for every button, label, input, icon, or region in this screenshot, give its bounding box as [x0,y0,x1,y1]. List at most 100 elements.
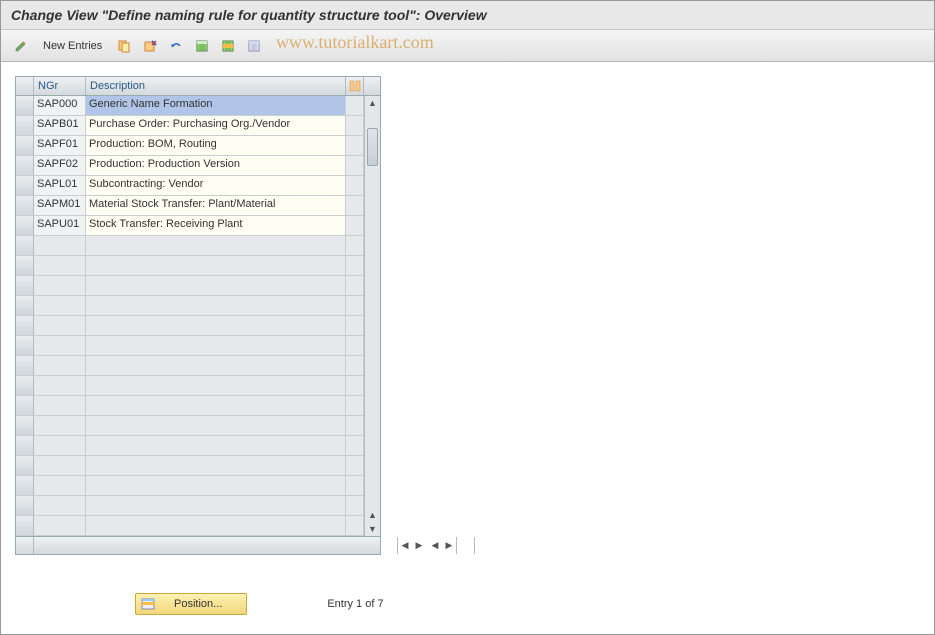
table-row[interactable]: SAPB01Purchase Order: Purchasing Org./Ve… [16,116,364,136]
table-row-empty[interactable] [16,456,364,476]
table-configure-icon[interactable] [346,77,364,95]
table-row-empty[interactable] [16,276,364,296]
row-selector[interactable] [16,416,34,436]
cell-spacer [346,156,364,176]
cell-description[interactable]: Stock Transfer: Receiving Plant [86,216,346,236]
table-row[interactable]: SAPL01Subcontracting: Vendor [16,176,364,196]
cell-spacer [346,96,364,116]
table-row-empty[interactable] [16,256,364,276]
cell-spacer [346,216,364,236]
table-row[interactable]: SAP000Generic Name Formation [16,96,364,116]
column-header-description[interactable]: Description [86,77,346,95]
cell-description[interactable]: Production: Production Version [86,156,346,176]
cell-ngr [34,496,86,516]
cell-description[interactable] [86,276,346,296]
cell-spacer [346,516,364,536]
row-selector[interactable] [16,276,34,296]
row-selector[interactable] [16,196,34,216]
delete-icon[interactable] [140,36,160,56]
row-selector-header[interactable] [16,77,34,95]
select-all-icon[interactable] [192,36,212,56]
scroll-right-step-icon[interactable]: ▶ [412,539,426,553]
vertical-scrollbar[interactable]: ▲ ▲ ▼ [364,96,380,536]
row-selector[interactable] [16,396,34,416]
cell-description[interactable] [86,476,346,496]
cell-spacer [346,396,364,416]
row-selector[interactable] [16,216,34,236]
table-row-empty[interactable] [16,416,364,436]
row-selector[interactable] [16,96,34,116]
cell-description[interactable] [86,316,346,336]
cell-description[interactable] [86,496,346,516]
cell-description[interactable] [86,516,346,536]
row-selector[interactable] [16,316,34,336]
cell-ngr: SAP000 [34,96,86,116]
table-row[interactable]: SAPU01Stock Transfer: Receiving Plant [16,216,364,236]
row-selector[interactable] [16,496,34,516]
copy-as-icon[interactable] [114,36,134,56]
table-row-empty[interactable] [16,396,364,416]
table-row-empty[interactable] [16,296,364,316]
table-row-empty[interactable] [16,516,364,536]
horizontal-scrollbar[interactable]: ◀ ▶ ◀ ▶ [398,537,457,554]
row-selector[interactable] [16,256,34,276]
application-toolbar: New Entries www.tutorialkart.com [1,30,934,62]
undo-change-icon[interactable] [166,36,186,56]
table-row-empty[interactable] [16,496,364,516]
cell-description[interactable] [86,456,346,476]
row-selector[interactable] [16,516,34,536]
cell-ngr: SAPB01 [34,116,86,136]
column-header-ngr[interactable]: NGr [34,77,86,95]
table-row-empty[interactable] [16,336,364,356]
row-selector[interactable] [16,456,34,476]
table-row[interactable]: SAPF02Production: Production Version [16,156,364,176]
row-selector[interactable] [16,236,34,256]
row-selector[interactable] [16,476,34,496]
cell-spacer [346,256,364,276]
cell-description[interactable] [86,376,346,396]
table-row-empty[interactable] [16,236,364,256]
display-change-toggle-icon[interactable] [11,36,31,56]
select-block-icon[interactable] [218,36,238,56]
cell-description[interactable] [86,396,346,416]
cell-description[interactable] [86,356,346,376]
cell-description[interactable]: Subcontracting: Vendor [86,176,346,196]
cell-description[interactable]: Production: BOM, Routing [86,136,346,156]
new-entries-button[interactable]: New Entries [37,38,108,54]
row-selector[interactable] [16,156,34,176]
row-selector[interactable] [16,436,34,456]
row-selector[interactable] [16,116,34,136]
scroll-page-up-icon[interactable]: ▲ [365,508,380,522]
scroll-left-step-icon[interactable]: ◀ [428,539,442,553]
scroll-left-arrow-icon[interactable]: ◀ [398,539,412,553]
cell-description[interactable]: Generic Name Formation [86,96,346,116]
table-row[interactable]: SAPF01Production: BOM, Routing [16,136,364,156]
row-selector[interactable] [16,296,34,316]
row-selector[interactable] [16,336,34,356]
table-row-empty[interactable] [16,376,364,396]
scroll-thumb-vertical[interactable] [367,128,378,166]
position-button[interactable]: Position... [135,593,247,615]
scroll-right-arrow-icon[interactable]: ▶ [442,539,456,553]
deselect-all-icon[interactable] [244,36,264,56]
cell-description[interactable] [86,436,346,456]
row-selector[interactable] [16,356,34,376]
cell-description[interactable]: Material Stock Transfer: Plant/Material [86,196,346,216]
table-row-empty[interactable] [16,316,364,336]
table-row[interactable]: SAPM01Material Stock Transfer: Plant/Mat… [16,196,364,216]
scroll-down-arrow-icon[interactable]: ▼ [365,522,380,536]
table-row-empty[interactable] [16,356,364,376]
scroll-track-vertical[interactable] [365,110,380,508]
cell-description[interactable] [86,416,346,436]
scroll-up-arrow-icon[interactable]: ▲ [365,96,380,110]
row-selector[interactable] [16,136,34,156]
cell-description[interactable]: Purchase Order: Purchasing Org./Vendor [86,116,346,136]
cell-description[interactable] [86,236,346,256]
cell-description[interactable] [86,336,346,356]
table-row-empty[interactable] [16,436,364,456]
row-selector[interactable] [16,176,34,196]
cell-description[interactable] [86,296,346,316]
cell-description[interactable] [86,256,346,276]
table-row-empty[interactable] [16,476,364,496]
row-selector[interactable] [16,376,34,396]
